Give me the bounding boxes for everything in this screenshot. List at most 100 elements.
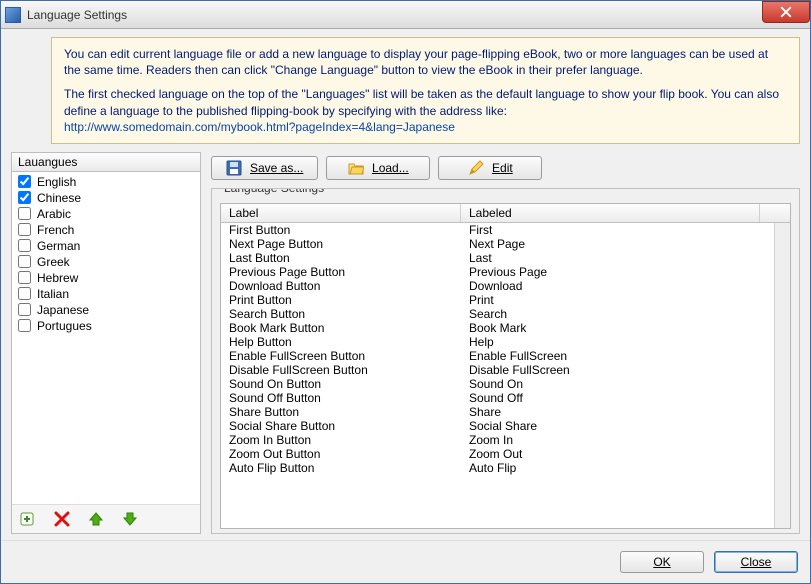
language-item[interactable]: Arabic <box>16 206 196 222</box>
ok-button[interactable]: OK <box>620 551 704 573</box>
language-item[interactable]: Italian <box>16 286 196 302</box>
language-item[interactable]: Greek <box>16 254 196 270</box>
load-button[interactable]: Load... <box>326 156 430 180</box>
languages-header: Lauangues <box>12 153 200 172</box>
cell-labeled: Previous Page <box>461 265 774 279</box>
save-as-button[interactable]: Save as... <box>211 156 318 180</box>
move-down-button[interactable] <box>120 509 140 529</box>
vertical-scrollbar[interactable] <box>774 223 790 528</box>
language-label: Hebrew <box>37 271 78 285</box>
cell-label: Enable FullScreen Button <box>221 349 461 363</box>
table-row[interactable]: Auto Flip ButtonAuto Flip <box>221 461 774 475</box>
save-as-label: Save as... <box>250 161 303 175</box>
language-settings-window: Language Settings You can edit current l… <box>0 0 811 584</box>
language-settings-fieldset: Language Settings Label Labeled First Bu… <box>211 188 800 534</box>
table-row[interactable]: Social Share ButtonSocial Share <box>221 419 774 433</box>
table-row[interactable]: Enable FullScreen ButtonEnable FullScree… <box>221 349 774 363</box>
table-row[interactable]: Print ButtonPrint <box>221 293 774 307</box>
language-checkbox[interactable] <box>18 319 31 332</box>
cell-label: Book Mark Button <box>221 321 461 335</box>
cell-labeled: Zoom Out <box>461 447 774 461</box>
info-row: You can edit current language file or ad… <box>11 37 800 144</box>
info-example-url[interactable]: http://www.somedomain.com/mybook.html?pa… <box>64 120 455 134</box>
language-item[interactable]: Portugues <box>16 318 196 334</box>
cell-labeled: Book Mark <box>461 321 774 335</box>
language-label: Arabic <box>37 207 71 221</box>
language-checkbox[interactable] <box>18 303 31 316</box>
table-row[interactable]: Sound Off ButtonSound Off <box>221 391 774 405</box>
info-paragraph-1: You can edit current language file or ad… <box>64 46 787 78</box>
window-close-button[interactable] <box>762 1 810 23</box>
cell-label: Share Button <box>221 405 461 419</box>
table-row[interactable]: First ButtonFirst <box>221 223 774 237</box>
close-button[interactable]: Close <box>714 551 798 573</box>
language-item[interactable]: German <box>16 238 196 254</box>
cell-labeled: First <box>461 223 774 237</box>
cell-labeled: Next Page <box>461 237 774 251</box>
cell-label: Next Page Button <box>221 237 461 251</box>
edit-label: Edit <box>492 161 513 175</box>
languages-panel: Lauangues EnglishChineseArabic French Germ… <box>11 152 201 534</box>
language-item[interactable]: French <box>16 222 196 238</box>
language-label: French <box>37 223 74 237</box>
close-icon <box>780 6 792 18</box>
edit-button[interactable]: Edit <box>438 156 542 180</box>
language-label: English <box>37 175 76 189</box>
table-row[interactable]: Sound On ButtonSound On <box>221 377 774 391</box>
language-item[interactable]: Hebrew <box>16 270 196 286</box>
cell-labeled: Share <box>461 405 774 419</box>
cell-label: Sound Off Button <box>221 391 461 405</box>
col-scroll-gutter <box>760 204 790 222</box>
table-row[interactable]: Book Mark ButtonBook Mark <box>221 321 774 335</box>
languages-list[interactable]: EnglishChineseArabic French German Greek Heb… <box>12 172 200 504</box>
language-checkbox[interactable] <box>18 207 31 220</box>
dialog-footer: OK Close <box>1 540 810 583</box>
language-item[interactable]: Chinese <box>16 190 196 206</box>
language-item[interactable]: Japanese <box>16 302 196 318</box>
language-label: Greek <box>37 255 70 269</box>
language-checkbox[interactable] <box>18 223 31 236</box>
table-header: Label Labeled <box>221 204 790 223</box>
add-language-button[interactable] <box>18 509 38 529</box>
table-row[interactable]: Help ButtonHelp <box>221 335 774 349</box>
language-checkbox[interactable] <box>18 271 31 284</box>
load-label: Load... <box>372 161 409 175</box>
cell-label: Zoom Out Button <box>221 447 461 461</box>
language-label: Italian <box>37 287 69 301</box>
col-labeled[interactable]: Labeled <box>461 204 760 222</box>
col-label[interactable]: Label <box>221 204 461 222</box>
main-row: Lauangues EnglishChineseArabic French Germ… <box>11 152 800 534</box>
table-row[interactable]: Zoom Out ButtonZoom Out <box>221 447 774 461</box>
table-row[interactable]: Share ButtonShare <box>221 405 774 419</box>
table-row[interactable]: Last ButtonLast <box>221 251 774 265</box>
cell-label: First Button <box>221 223 461 237</box>
cell-label: Sound On Button <box>221 377 461 391</box>
delete-icon <box>53 510 71 528</box>
language-checkbox[interactable] <box>18 175 31 188</box>
table-row[interactable]: Zoom In ButtonZoom In <box>221 433 774 447</box>
language-checkbox[interactable] <box>18 255 31 268</box>
table-row[interactable]: Disable FullScreen ButtonDisable FullScr… <box>221 363 774 377</box>
cell-label: Print Button <box>221 293 461 307</box>
info-paragraph-2: The first checked language on the top of… <box>64 86 787 118</box>
delete-language-button[interactable] <box>52 509 72 529</box>
info-box: You can edit current language file or ad… <box>51 37 800 144</box>
language-label: German <box>37 239 80 253</box>
cell-label: Search Button <box>221 307 461 321</box>
table-row[interactable]: Previous Page ButtonPrevious Page <box>221 265 774 279</box>
table-body[interactable]: First ButtonFirstNext Page ButtonNext Pa… <box>221 223 774 528</box>
title-bar[interactable]: Language Settings <box>1 1 810 29</box>
move-up-button[interactable] <box>86 509 106 529</box>
table-row[interactable]: Search ButtonSearch <box>221 307 774 321</box>
language-checkbox[interactable] <box>18 287 31 300</box>
add-icon <box>19 510 37 528</box>
floppy-icon <box>226 160 242 176</box>
language-checkbox[interactable] <box>18 191 31 204</box>
language-checkbox[interactable] <box>18 239 31 252</box>
table-row[interactable]: Download ButtonDownload <box>221 279 774 293</box>
table-row[interactable]: Next Page ButtonNext Page <box>221 237 774 251</box>
cell-label: Last Button <box>221 251 461 265</box>
language-item[interactable]: English <box>16 174 196 190</box>
cell-label: Download Button <box>221 279 461 293</box>
cell-label: Disable FullScreen Button <box>221 363 461 377</box>
